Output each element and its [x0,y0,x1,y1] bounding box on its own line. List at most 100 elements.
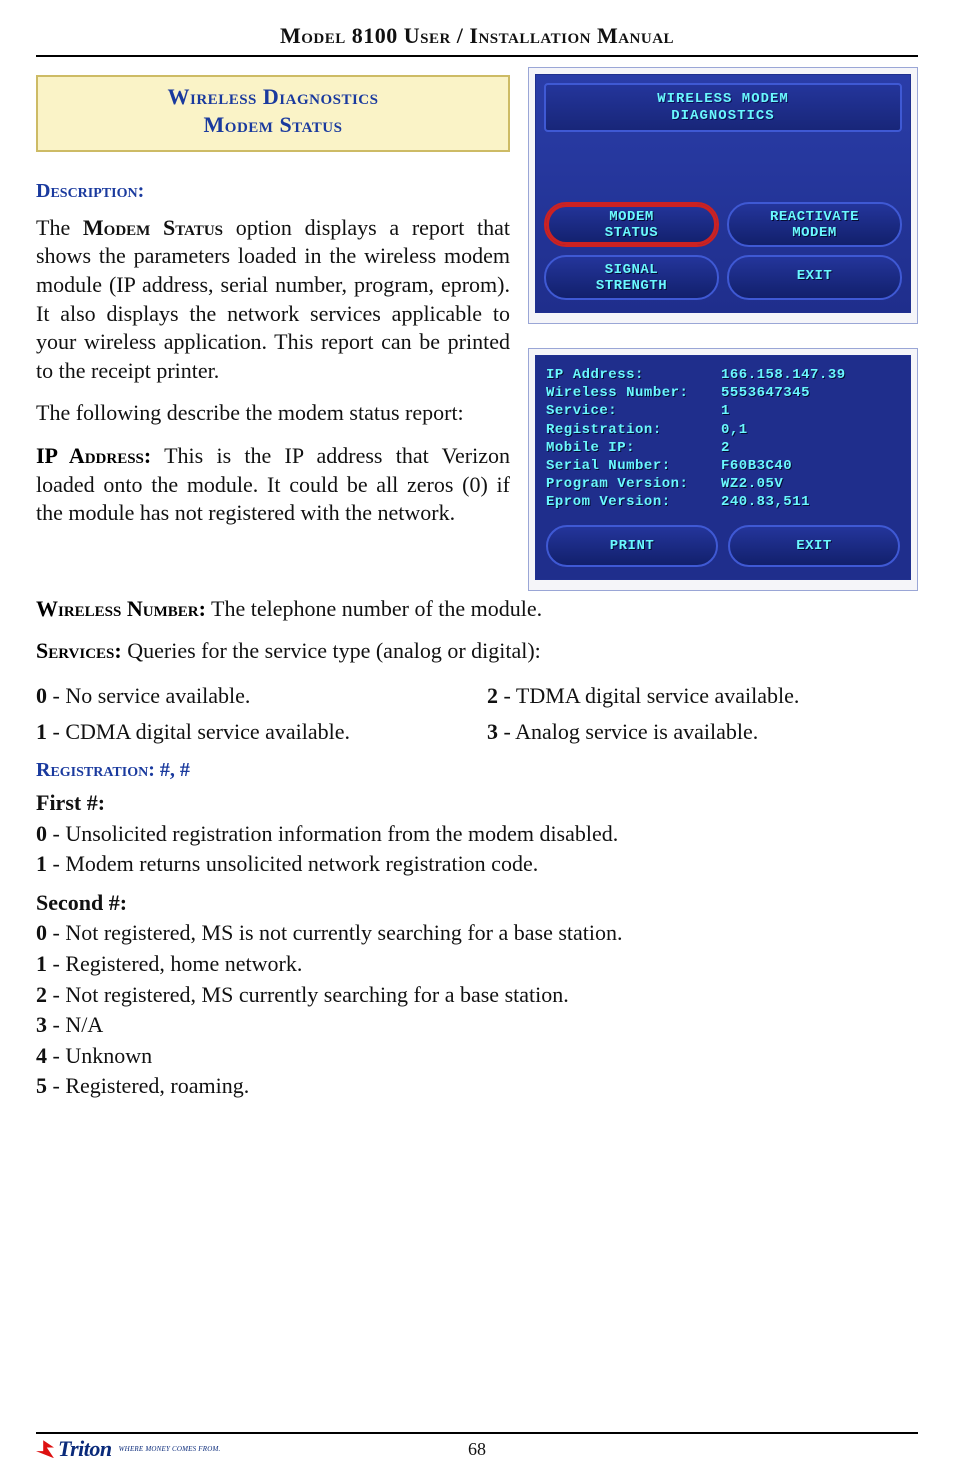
opt-text: - N/A [47,1012,103,1037]
brand-mark-icon [36,1440,54,1458]
status-val: 166.158.147.39 [721,366,900,384]
description-paragraph-1: The Modem Status option displays a repor… [36,214,510,386]
status-key: IP Address: [546,366,721,384]
diagnostics-inner: WIRELESS MODEM DIAGNOSTICS MODEM STATUS … [535,74,911,313]
brand-tagline: Where Money Comes From. [119,1445,221,1454]
ip-address-term: IP Address: [36,443,151,468]
opt-text: - Not registered, MS is not currently se… [47,920,623,945]
opt-num: 2 [36,982,47,1007]
opt-num: 2 [487,683,498,708]
status-key: Eprom Version: [546,493,721,511]
opt-num: 3 [36,1012,47,1037]
services-term: Services: [36,638,122,663]
services-paragraph: Services: Queries for the service type (… [36,637,918,666]
opt-num: 0 [36,683,47,708]
status-key: Service: [546,402,721,420]
opt-num: 3 [487,719,498,744]
page-footer: Triton Where Money Comes From. 68 [36,1432,918,1461]
opt-text: - Modem returns unsolicited network regi… [47,851,538,876]
opt-num: 0 [36,920,47,945]
reactivate-modem-button[interactable]: REACTIVATE MODEM [727,202,902,247]
opt-num: 1 [36,851,47,876]
diagnostics-panel: WIRELESS MODEM DIAGNOSTICS MODEM STATUS … [528,67,918,324]
status-row: IP Address:166.158.147.39 [546,366,900,384]
status-row: Mobile IP:2 [546,439,900,457]
service-opt-1: 1 - CDMA digital service available. [36,718,467,747]
status-val: F60B3C40 [721,457,900,475]
ip-address-paragraph: IP Address: This is the IP address that … [36,442,510,528]
reg-second-3: 3 - N/A [36,1011,918,1040]
opt-num: 5 [36,1073,47,1098]
status-key: Registration: [546,421,721,439]
opt-text: - Registered, roaming. [47,1073,249,1098]
opt-text: - Unknown [47,1043,152,1068]
status-val: 0,1 [721,421,900,439]
brand-name: Triton [58,1435,112,1464]
service-opt-2: 2 - TDMA digital service available. [487,682,918,711]
opt-num: 4 [36,1043,47,1068]
status-val: 2 [721,439,900,457]
opt-text: - TDMA digital service available. [498,683,799,708]
opt-text: - Analog service is available. [498,719,758,744]
section-title-box: Wireless Diagnostics Modem Status [36,75,510,152]
para1-pre: The [36,215,83,240]
status-val: 240.83,511 [721,493,900,511]
status-key: Serial Number: [546,457,721,475]
modem-status-button[interactable]: MODEM STATUS [544,202,719,247]
services-text: Queries for the service type (analog or … [122,638,541,663]
reg-second-0: 0 - Not registered, MS is not currently … [36,919,918,948]
opt-text: - Registered, home network. [47,951,302,976]
opt-text: - CDMA digital service available. [47,719,350,744]
status-exit-button[interactable]: EXIT [728,525,900,566]
page-header-title: Model 8100 User / Installation Manual [280,23,674,48]
upper-section: Wireless Diagnostics Modem Status Descri… [36,67,918,591]
diagnostics-exit-button[interactable]: EXIT [727,255,902,300]
opt-text: - Not registered, MS currently searching… [47,982,569,1007]
reg-second-5: 5 - Registered, roaming. [36,1072,918,1101]
status-row: Program Version:WZ2.05V [546,475,900,493]
right-column: WIRELESS MODEM DIAGNOSTICS MODEM STATUS … [528,67,918,591]
service-opt-3: 3 - Analog service is available. [487,718,918,747]
modem-status-term: Modem Status [83,215,223,240]
section-title-line2: Modem Status [48,111,498,140]
status-buttons: PRINT EXIT [546,525,900,566]
reg-first-0: 0 - Unsolicited registration information… [36,820,918,849]
left-column: Wireless Diagnostics Modem Status Descri… [36,67,510,542]
diagnostics-title: WIRELESS MODEM DIAGNOSTICS [544,83,902,132]
status-key: Wireless Number: [546,384,721,402]
reg-first-1: 1 - Modem returns unsolicited network re… [36,850,918,879]
brand-logo: Triton Where Money Comes From. [36,1435,220,1464]
registration-label: Registration: #, # [36,757,918,783]
opt-num: 1 [36,719,47,744]
diagnostics-title-l1: WIRELESS MODEM [552,91,894,109]
status-val: WZ2.05V [721,475,900,493]
opt-num: 0 [36,821,47,846]
status-row: Service:1 [546,402,900,420]
print-button[interactable]: PRINT [546,525,718,566]
second-hash-heading: Second #: [36,890,127,915]
diagnostics-buttons: MODEM STATUS REACTIVATE MODEM SIGNAL STR… [544,202,902,300]
status-report-panel: IP Address:166.158.147.39 Wireless Numbe… [528,348,918,591]
status-key: Program Version: [546,475,721,493]
status-row: Serial Number:F60B3C40 [546,457,900,475]
reg-second-2: 2 - Not registered, MS currently searchi… [36,981,918,1010]
description-paragraph-2: The following describe the modem status … [36,399,510,428]
services-options-row1: 0 - No service available. 2 - TDMA digit… [36,680,918,713]
diagnostics-title-l2: DIAGNOSTICS [552,108,894,126]
signal-strength-button[interactable]: SIGNAL STRENGTH [544,255,719,300]
status-val: 1 [721,402,900,420]
services-options-row2: 1 - CDMA digital service available. 3 - … [36,716,918,749]
opt-text: - No service available. [47,683,250,708]
section-title-line1: Wireless Diagnostics [48,83,498,112]
first-hash-heading: First #: [36,790,105,815]
reg-second-4: 4 - Unknown [36,1042,918,1071]
service-opt-0: 0 - No service available. [36,682,467,711]
page-number: 68 [468,1438,486,1461]
reg-second-1: 1 - Registered, home network. [36,950,918,979]
wireless-number-paragraph: Wireless Number: The telephone number of… [36,595,918,624]
description-label: Description: [36,178,510,204]
wireless-number-text: The telephone number of the module. [206,596,542,621]
opt-num: 1 [36,951,47,976]
status-row: Eprom Version:240.83,511 [546,493,900,511]
wireless-number-term: Wireless Number: [36,596,206,621]
